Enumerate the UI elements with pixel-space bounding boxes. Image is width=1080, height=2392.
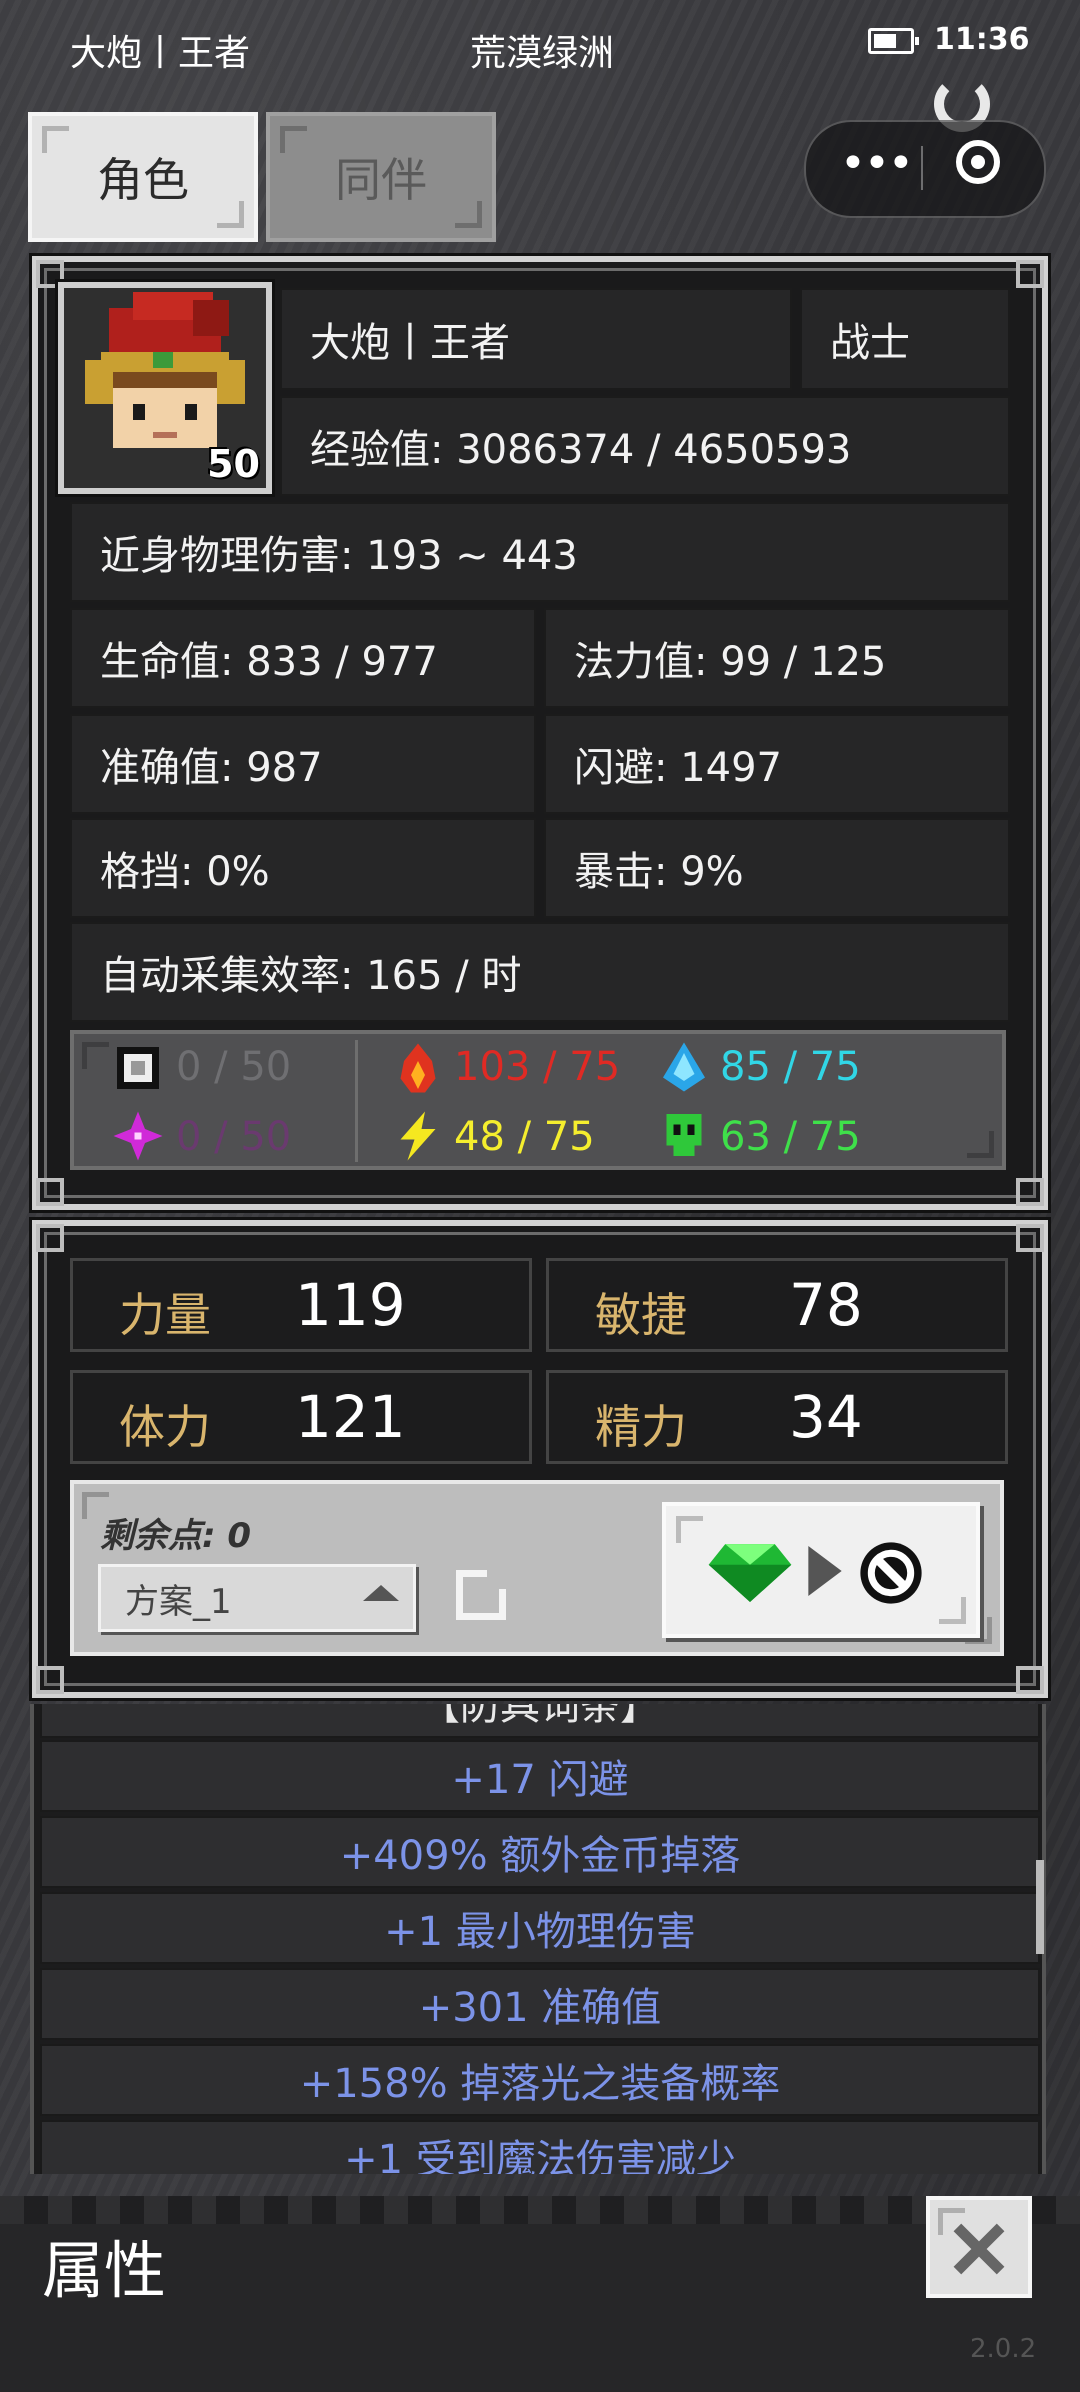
close-icon xyxy=(953,2223,1005,2275)
status-map-name: 荒漠绿洲 xyxy=(470,33,615,74)
attr-agility-value: 78 xyxy=(789,1271,863,1339)
resist-value-physical: 0 / 50 xyxy=(176,1044,292,1090)
status-bar: 大炮丨王者 荒漠绿洲 11:36 xyxy=(0,0,1080,100)
attr-energy-label: 精力 xyxy=(595,1400,687,1454)
attr-vitality: 体力 121 xyxy=(70,1370,532,1464)
plan-select[interactable]: 方案_1 xyxy=(98,1564,416,1632)
version-label: 2.0.2 xyxy=(970,2334,1037,2364)
capsule-divider xyxy=(921,146,923,190)
close-button[interactable] xyxy=(926,2196,1032,2298)
attr-strength-value: 119 xyxy=(295,1271,406,1339)
level-badge: 50 xyxy=(207,442,260,486)
tab-character-label: 角色 xyxy=(97,153,189,207)
export-icon[interactable] xyxy=(456,1567,509,1620)
reset-points-button[interactable] xyxy=(662,1502,980,1638)
cold-resist-icon xyxy=(663,1042,705,1092)
resistance-divider xyxy=(355,1040,358,1162)
plan-select-value: 方案_1 xyxy=(125,1581,232,1622)
block-value: 格挡: 0% xyxy=(70,818,536,918)
crit-value: 暴击: 9% xyxy=(544,818,1010,918)
attr-strength: 力量 119 xyxy=(70,1258,532,1352)
resist-value-cold: 85 / 75 xyxy=(720,1044,861,1090)
experience-value: 经验值: 3086374 / 4650593 xyxy=(280,396,1010,496)
evasion-value: 闪避: 1497 xyxy=(544,714,1010,814)
tab-character[interactable]: 角色 xyxy=(28,112,258,242)
list-item: +158% 掉落光之装备概率 xyxy=(40,2044,1040,2116)
list-item: +409% 额外金币掉落 xyxy=(40,1816,1040,1888)
more-icon[interactable]: ••• xyxy=(840,138,914,189)
scrollbar[interactable] xyxy=(1036,1860,1044,1954)
close-miniprogram-icon[interactable] xyxy=(956,140,1000,184)
corner-deco xyxy=(42,126,69,153)
battery-icon xyxy=(868,28,919,54)
affix-list[interactable]: 【防具词条】 +17 闪避 +409% 额外金币掉落 +1 最小物理伤害 +30… xyxy=(30,1704,1046,2174)
list-header: 【防具词条】 xyxy=(40,1704,1040,1738)
resist-value-arcane: 0 / 50 xyxy=(176,1114,292,1160)
lightning-resist-icon xyxy=(400,1111,436,1161)
resist-value-poison: 63 / 75 xyxy=(720,1114,861,1160)
poison-resist-icon xyxy=(666,1114,702,1156)
mp-value: 法力值: 99 / 125 xyxy=(544,608,1010,708)
arrow-right-icon xyxy=(808,1546,842,1596)
character-class: 战士 xyxy=(800,288,1010,390)
corner-deco xyxy=(455,201,482,228)
list-item: +1 受到魔法伤害减少 xyxy=(40,2120,1040,2174)
dropdown-arrow-icon xyxy=(363,1585,399,1601)
attr-agility: 敏捷 78 xyxy=(546,1258,1008,1352)
remaining-points: 剩余点: 0 xyxy=(100,1516,252,1556)
tab-companion-label: 同伴 xyxy=(335,153,427,207)
resist-value-lightning: 48 / 75 xyxy=(454,1114,595,1160)
physical-resist-icon xyxy=(117,1047,159,1089)
gem-icon xyxy=(708,1544,792,1602)
list-item: +1 最小物理伤害 xyxy=(40,1892,1040,1964)
attr-vitality-value: 121 xyxy=(295,1383,406,1451)
character-name: 大炮丨王者 xyxy=(280,288,792,390)
arcane-resist-icon xyxy=(113,1111,163,1161)
gather-efficiency: 自动采集效率: 165 / 时 xyxy=(70,922,1010,1022)
corner-deco xyxy=(280,126,307,153)
status-player-name: 大炮丨王者 xyxy=(70,33,251,74)
list-item: +17 闪避 xyxy=(40,1740,1040,1812)
page-title: 属性 xyxy=(42,2234,167,2307)
corner-deco xyxy=(217,201,244,228)
list-item: +301 准确值 xyxy=(40,1968,1040,2040)
resist-value-fire: 103 / 75 xyxy=(454,1044,621,1090)
fire-resist-icon xyxy=(400,1043,436,1093)
attr-vitality-label: 体力 xyxy=(119,1400,211,1454)
hp-value: 生命值: 833 / 977 xyxy=(70,608,536,708)
attr-strength-label: 力量 xyxy=(119,1288,211,1342)
accuracy-value: 准确值: 987 xyxy=(70,714,536,814)
tab-companion[interactable]: 同伴 xyxy=(266,112,496,242)
attr-energy: 精力 34 xyxy=(546,1370,1008,1464)
attr-agility-label: 敏捷 xyxy=(595,1288,687,1342)
status-time: 11:36 xyxy=(934,22,1030,57)
attr-energy-value: 34 xyxy=(789,1383,863,1451)
melee-damage: 近身物理伤害: 193 ~ 443 xyxy=(70,502,1010,602)
avatar: 50 xyxy=(55,279,275,497)
reset-icon xyxy=(860,1542,922,1604)
